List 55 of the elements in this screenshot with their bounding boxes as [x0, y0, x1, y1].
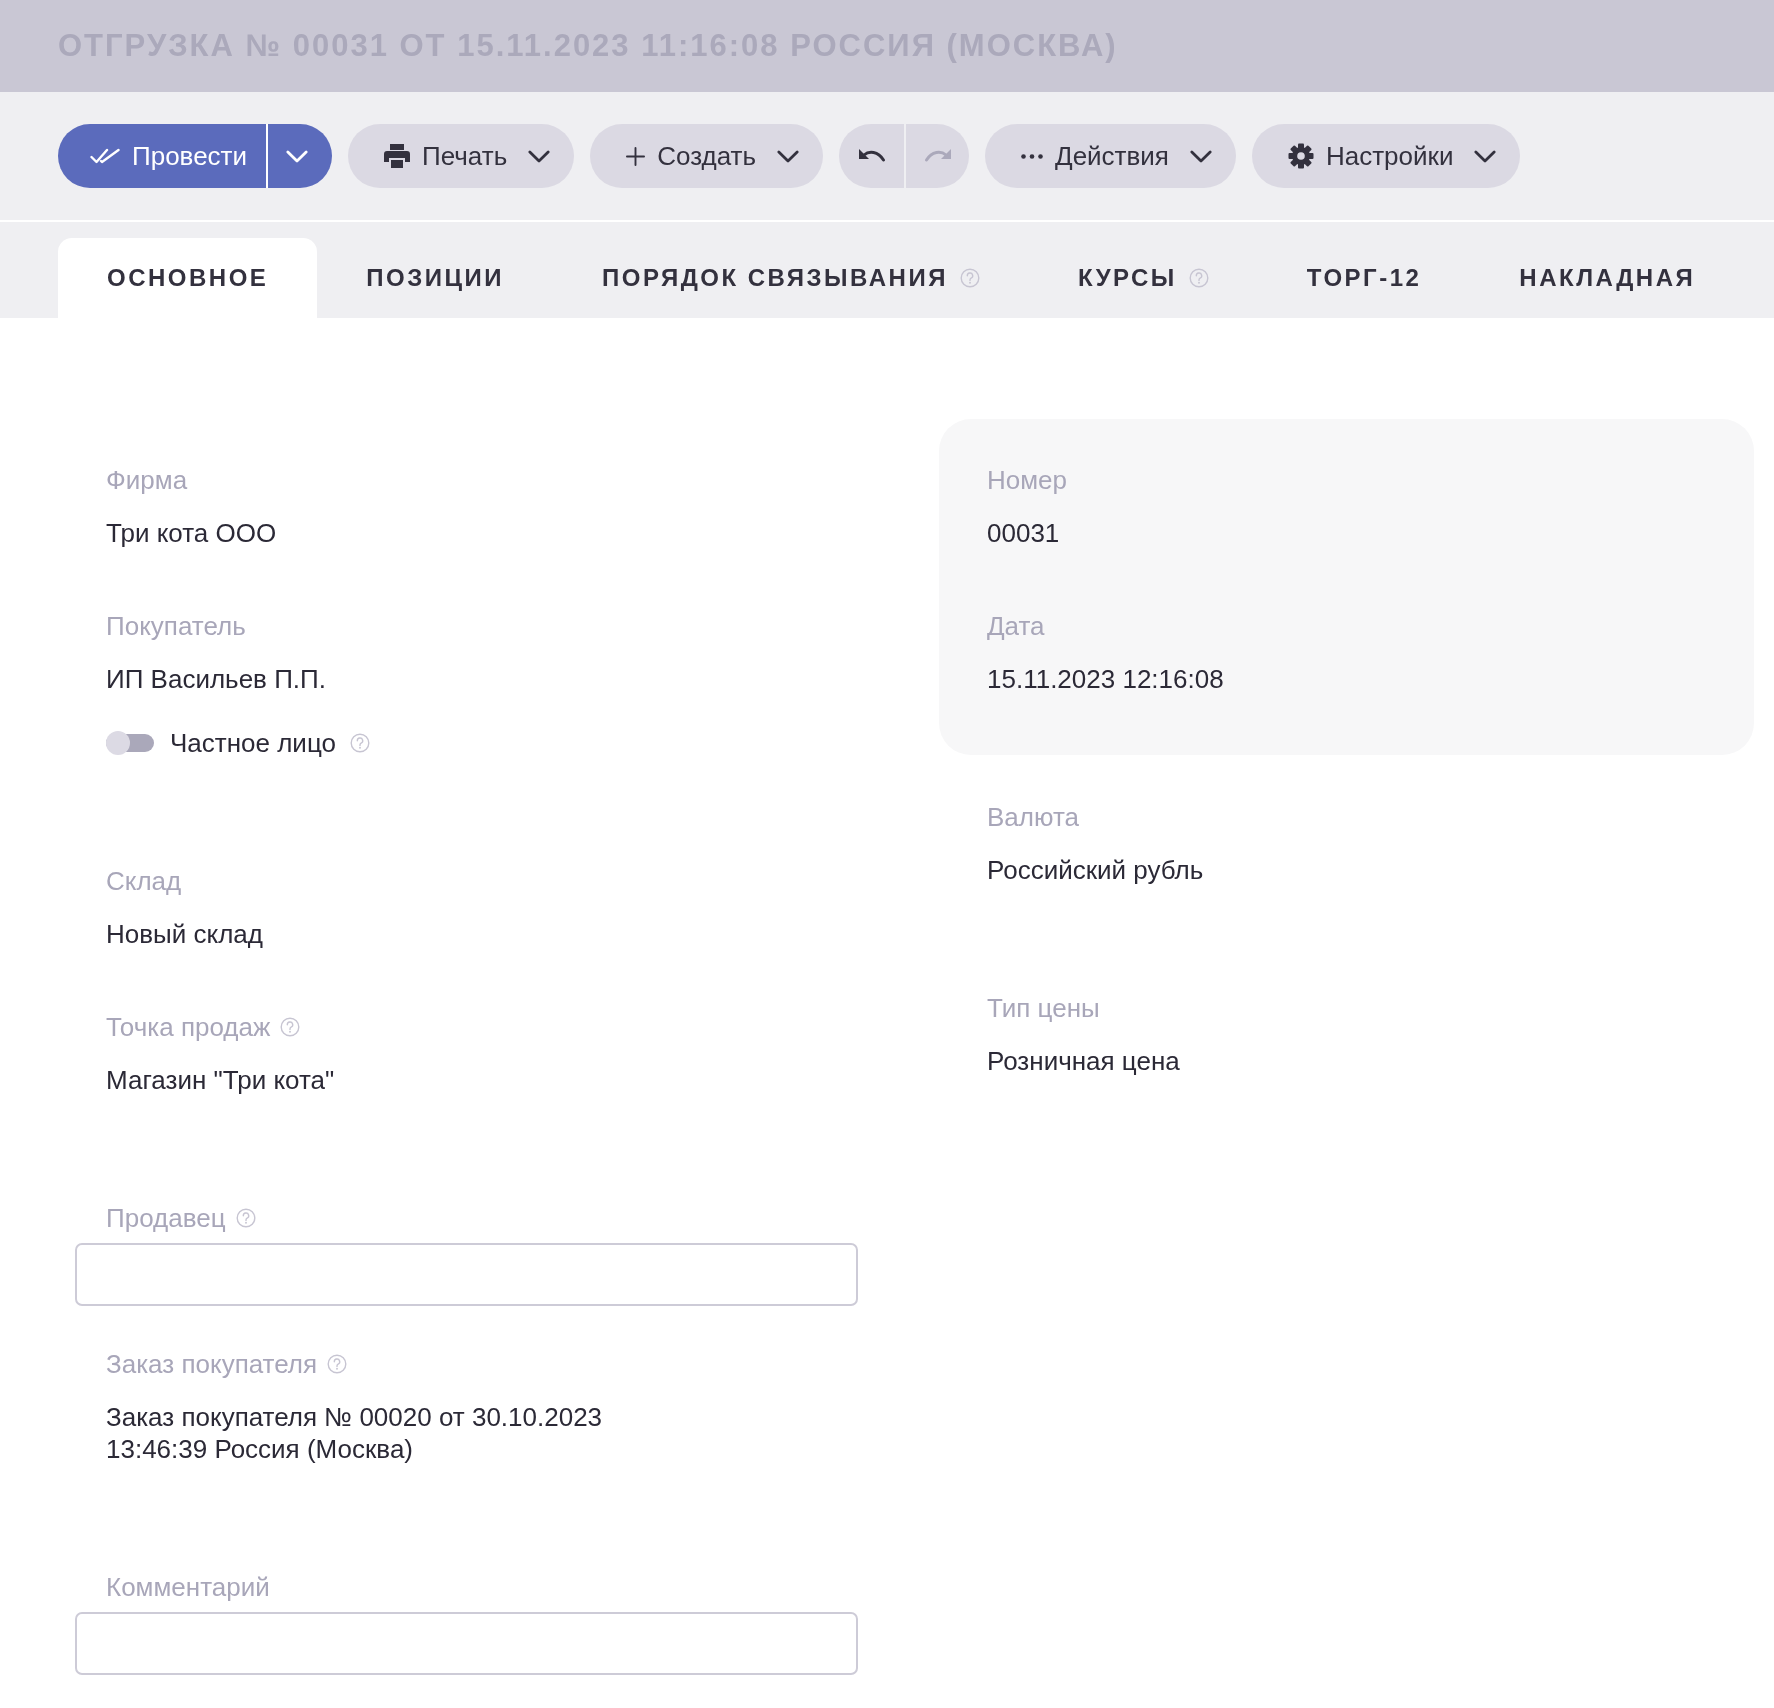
field-value: 15.11.2023 12:16:08 [987, 663, 1224, 695]
chevron-down-icon [1189, 149, 1212, 163]
toggle-switch[interactable] [106, 731, 154, 755]
chevron-down-icon [528, 149, 551, 163]
chevron-down-icon [777, 149, 800, 163]
undo-button[interactable] [839, 124, 905, 188]
input-field[interactable] [75, 1612, 858, 1675]
field-label: Фирма [106, 464, 188, 496]
tab[interactable]: КУРСЫ [1028, 238, 1258, 318]
field-label: Дата [987, 610, 1045, 642]
field-value: Новый склад [106, 918, 263, 950]
menu-button[interactable]: Создать [590, 124, 824, 188]
help-icon[interactable] [959, 268, 980, 288]
menu-button[interactable]: Настройки [1251, 124, 1521, 188]
field-value: Три кота ООО [106, 517, 277, 549]
post-options-button[interactable] [266, 124, 333, 188]
chevron-down-icon [286, 149, 309, 163]
printer-icon [384, 144, 411, 168]
field-label: Тип цены [987, 992, 1100, 1024]
field-value: Розничная цена [987, 1045, 1180, 1077]
chevron-down-icon [1474, 149, 1497, 163]
plus-icon [626, 146, 646, 166]
field-value: ИП Васильев П.П. [106, 663, 326, 695]
undo-icon [857, 147, 886, 165]
field-value: Заказ покупателя № 00020 от 30.10.2023 13:46:39 Россия (Москва) [106, 1401, 604, 1465]
post-button[interactable]: Провести [58, 124, 267, 188]
field-label: Склад [106, 865, 182, 897]
field-value: Российский рубль [987, 854, 1204, 886]
help-icon[interactable] [280, 1017, 301, 1037]
help-icon[interactable] [235, 1208, 256, 1228]
field-label: Точка продаж [106, 1011, 271, 1043]
dots-icon [1021, 153, 1044, 159]
tab[interactable]: ПОРЯДОК СВЯЗЫВАНИЯ [553, 238, 1029, 318]
tab[interactable]: НАКЛАДНАЯ [1470, 238, 1745, 318]
field-value: 00031 [987, 517, 1060, 549]
field-label: Покупатель [106, 610, 246, 642]
field-label: Комментарий [106, 1571, 270, 1603]
field-label: Номер [987, 464, 1068, 496]
tab[interactable]: ТОРГ-12 [1257, 238, 1471, 318]
gear-icon [1287, 143, 1314, 169]
redo-icon [923, 147, 952, 165]
help-icon[interactable] [1188, 268, 1209, 288]
menu-button[interactable]: Действия [985, 124, 1236, 188]
tab[interactable]: ОСНОВНОЕ [58, 238, 318, 318]
field-label: Продавец [106, 1202, 226, 1234]
input-field[interactable] [75, 1243, 858, 1306]
field-value: Магазин "Три кота" [106, 1064, 335, 1096]
help-icon[interactable] [349, 733, 370, 753]
menu-button[interactable]: Печать [348, 124, 575, 188]
toggle-label: Частное лицо [170, 727, 336, 759]
tab[interactable]: ПОЗИЦИИ [317, 238, 554, 318]
double-check-icon [90, 147, 120, 165]
help-icon[interactable] [327, 1354, 348, 1374]
field-label: Валюта [987, 801, 1079, 833]
field-label: Заказ покупателя [106, 1348, 318, 1380]
